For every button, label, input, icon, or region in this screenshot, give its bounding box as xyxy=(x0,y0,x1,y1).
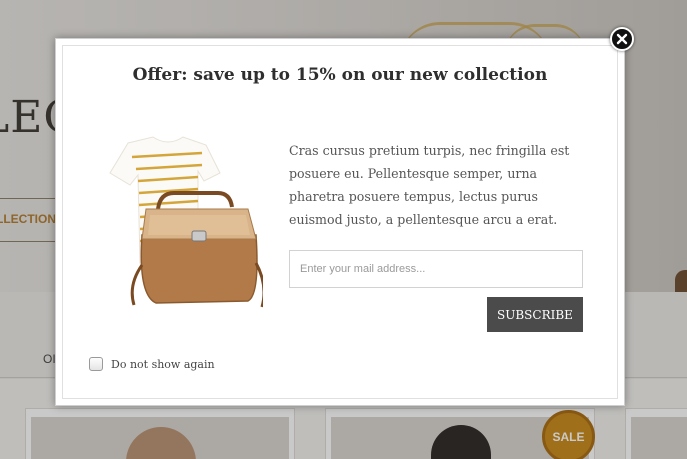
dont-show-again[interactable]: Do not show again xyxy=(89,357,215,371)
product-image xyxy=(109,136,263,308)
close-button[interactable] xyxy=(610,27,634,51)
dont-show-checkbox[interactable] xyxy=(89,357,103,371)
email-field[interactable] xyxy=(289,250,583,288)
subscribe-button[interactable]: SUBSCRIBE xyxy=(487,297,583,332)
handbag-illustration xyxy=(130,191,263,308)
close-icon xyxy=(616,33,628,45)
popup-title: Offer: save up to 15% on our new collect… xyxy=(132,65,548,85)
popup-description: Cras cursus pretium turpis, nec fringill… xyxy=(289,143,570,227)
dont-show-label: Do not show again xyxy=(111,357,215,371)
